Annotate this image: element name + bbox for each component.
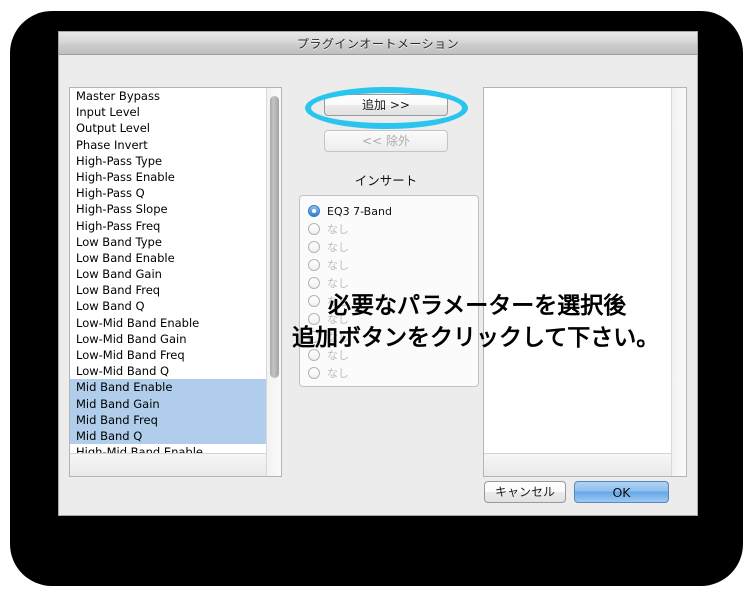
parameter-list-item[interactable]: Low-Mid Band Freq	[70, 347, 266, 363]
insert-radio-option[interactable]: なし	[308, 274, 478, 292]
parameter-list-item[interactable]: Low Band Type	[70, 234, 266, 250]
add-button[interactable]: 追加 >>	[324, 94, 448, 116]
parameter-list-item[interactable]: Low Band Gain	[70, 266, 266, 282]
insert-radio-option[interactable]: なし	[308, 220, 478, 238]
parameter-list-item[interactable]: Phase Invert	[70, 137, 266, 153]
window-title: プラグインオートメーション	[296, 36, 460, 51]
insert-radio-option[interactable]: なし	[308, 256, 478, 274]
parameter-list-item[interactable]: High-Pass Freq	[70, 218, 266, 234]
available-parameters-listbox[interactable]: Master Bypass Input Level Output Level Phas…	[69, 87, 282, 477]
insert-radio-label: なし	[327, 241, 349, 254]
parameter-list-item[interactable]: Low Band Enable	[70, 250, 266, 266]
radio-button-icon[interactable]	[308, 241, 320, 253]
insert-radio-label: なし	[327, 313, 349, 326]
radio-button-icon[interactable]	[308, 331, 320, 343]
insert-radio-option[interactable]: EQ3 7-Band	[308, 202, 478, 220]
add-button-area: 追加 >>	[291, 87, 481, 129]
parameter-list-item[interactable]: High-Pass Slope	[70, 201, 266, 217]
insert-radio-label: なし	[327, 259, 349, 272]
selected-parameters-scrollbar[interactable]	[671, 88, 686, 476]
parameter-list-item[interactable]: Master Bypass	[70, 88, 266, 104]
insert-radio-option[interactable]: なし	[308, 328, 478, 346]
parameter-list-item[interactable]: Low-Mid Band Enable	[70, 315, 266, 331]
insert-radio-label: なし	[327, 349, 349, 362]
parameter-list-item[interactable]: Low-Mid Band Q	[70, 363, 266, 379]
parameter-list-item[interactable]: Mid Band Freq	[70, 411, 266, 428]
radio-button-icon[interactable]	[308, 367, 320, 379]
parameter-list-item[interactable]: Input Level	[70, 104, 266, 120]
insert-radio-option[interactable]: なし	[308, 310, 478, 328]
parameter-list-item[interactable]: Output Level	[70, 120, 266, 136]
parameter-list-item[interactable]: Low Band Q	[70, 298, 266, 314]
insert-radio-label: なし	[327, 277, 349, 290]
parameter-list-item[interactable]: Mid Band Enable	[70, 379, 266, 396]
insert-radio-option[interactable]: なし	[308, 346, 478, 364]
insert-section-label: インサート	[354, 173, 418, 188]
available-parameters-footer-strip	[70, 453, 266, 476]
radio-button-icon[interactable]	[308, 223, 320, 235]
insert-radio-label: なし	[327, 295, 349, 308]
selected-parameters-footer-strip	[484, 453, 671, 476]
insert-radio-option[interactable]: なし	[308, 238, 478, 256]
radio-button-icon[interactable]	[308, 205, 320, 217]
insert-radio-label: EQ3 7-Band	[327, 204, 392, 218]
radio-button-icon[interactable]	[308, 313, 320, 325]
insert-radio-label: なし	[327, 331, 349, 344]
cancel-button[interactable]: キャンセル	[484, 481, 566, 503]
radio-button-icon[interactable]	[308, 349, 320, 361]
remove-button[interactable]: << 除外	[324, 130, 448, 152]
radio-button-icon[interactable]	[308, 295, 320, 307]
selected-parameters-rows[interactable]	[484, 88, 671, 454]
parameter-list-item[interactable]: High-Pass Type	[70, 153, 266, 169]
ok-button[interactable]: OK	[574, 481, 669, 503]
insert-radio-group[interactable]: EQ3 7-Band なし なし なし なし なし なし なし なし なし	[299, 195, 479, 387]
parameter-list-item[interactable]: High-Pass Enable	[70, 169, 266, 185]
insert-radio-label: なし	[327, 367, 349, 380]
transfer-controls-column: 追加 >> << 除外 インサート EQ3 7-Band なし なし なし なし なし なし…	[291, 87, 481, 387]
selected-parameters-listbox[interactable]	[483, 87, 687, 477]
parameter-list-item[interactable]: Mid Band Q	[70, 427, 266, 445]
parameter-list-item[interactable]: Low Band Freq	[70, 282, 266, 298]
insert-radio-option[interactable]: なし	[308, 364, 478, 382]
plugin-automation-dialog: プラグインオートメーション Master Bypass Input Level Ou…	[58, 31, 698, 516]
parameter-list-item[interactable]: Mid Band Gain	[70, 395, 266, 412]
insert-radio-label: なし	[327, 223, 349, 236]
available-parameters-rows[interactable]: Master Bypass Input Level Output Level Phas…	[70, 88, 266, 454]
radio-button-icon[interactable]	[308, 259, 320, 271]
parameter-list-item[interactable]: Low-Mid Band Gain	[70, 331, 266, 347]
window-titlebar[interactable]: プラグインオートメーション	[59, 32, 697, 55]
parameter-list-item[interactable]: High-Pass Q	[70, 185, 266, 201]
insert-radio-option[interactable]: なし	[308, 292, 478, 310]
available-parameters-scrollbar[interactable]	[266, 88, 281, 476]
dialog-footer: キャンセル OK	[59, 481, 697, 507]
radio-button-icon[interactable]	[308, 277, 320, 289]
scrollbar-thumb[interactable]	[270, 96, 279, 378]
dialog-body: Master Bypass Input Level Output Level Phas…	[59, 55, 697, 517]
